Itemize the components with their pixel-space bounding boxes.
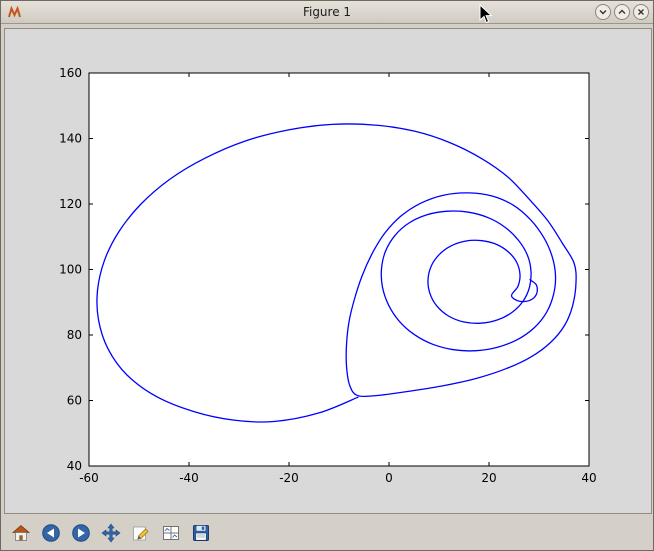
matplotlib-logo-icon <box>7 5 23 20</box>
close-icon <box>636 7 646 17</box>
y-tick-label: 60 <box>67 394 82 408</box>
close-button[interactable] <box>633 4 649 20</box>
y-tick-label: 100 <box>59 263 82 277</box>
pan-icon <box>101 523 121 543</box>
x-tick-label: -40 <box>179 471 199 485</box>
zoom-button[interactable] <box>127 519 155 547</box>
save-button[interactable] <box>187 519 215 547</box>
plot-toolbar <box>4 517 652 549</box>
title-bar[interactable]: Figure 1 <box>1 1 653 24</box>
back-button[interactable] <box>37 519 65 547</box>
subplots-icon <box>161 523 181 543</box>
chevron-up-icon <box>617 7 627 17</box>
forward-icon <box>71 523 91 543</box>
x-tick-label: 20 <box>481 471 496 485</box>
save-icon <box>191 523 211 543</box>
x-tick-label: 0 <box>385 471 393 485</box>
shade-button[interactable] <box>595 4 611 20</box>
maximize-button[interactable] <box>614 4 630 20</box>
zoom-icon <box>131 523 151 543</box>
axes-background <box>89 73 589 466</box>
y-tick-label: 120 <box>59 197 82 211</box>
y-tick-label: 160 <box>59 66 82 80</box>
plot-area[interactable]: -60 -40 -20 0 20 40 40 60 80 100 120 140 160 <box>5 29 651 513</box>
figure-window: Figure 1 -60 -40 -20 0 20 40 40 60 80 100 120 140 16… <box>0 0 654 551</box>
x-tick-label: 40 <box>581 471 596 485</box>
chevron-down-icon <box>598 7 608 17</box>
x-tick-label: -20 <box>279 471 299 485</box>
figure-canvas[interactable]: -60 -40 -20 0 20 40 40 60 80 100 120 140 160 <box>4 28 652 514</box>
y-tick-label: 80 <box>67 328 82 342</box>
pan-button[interactable] <box>97 519 125 547</box>
home-icon <box>11 523 31 543</box>
forward-button[interactable] <box>67 519 95 547</box>
window-controls <box>595 4 649 20</box>
x-tick-label: -60 <box>79 471 99 485</box>
y-tick-label: 40 <box>67 459 82 473</box>
y-tick-label: 140 <box>59 132 82 146</box>
back-icon <box>41 523 61 543</box>
home-button[interactable] <box>7 519 35 547</box>
subplots-button[interactable] <box>157 519 185 547</box>
window-title: Figure 1 <box>1 5 653 19</box>
